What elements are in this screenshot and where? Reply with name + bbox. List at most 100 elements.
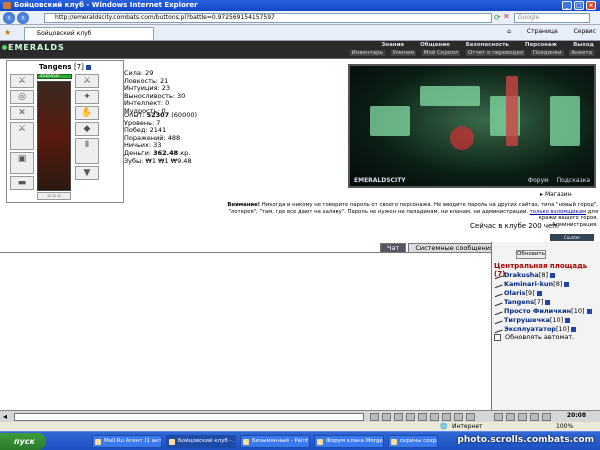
warning-link[interactable]: только взломщикам <box>530 209 586 215</box>
favorites-star-icon[interactable]: ★ <box>4 28 11 37</box>
building-left[interactable] <box>370 106 410 136</box>
helmet-slot-icon[interactable]: ⚔ <box>10 74 34 88</box>
taskbar-item-paint[interactable]: Безымянный - Paint <box>240 435 310 448</box>
info-icon[interactable] <box>86 64 92 70</box>
submenu-profile[interactable]: Анкета <box>569 50 594 56</box>
menu-knowledge[interactable]: Знание <box>381 42 404 48</box>
player-row[interactable]: Тигрушечка[10] <box>493 316 571 324</box>
pants-slot-icon[interactable]: Ⅱ <box>75 138 99 164</box>
player-row[interactable]: Просто Филичкин[10] <box>493 307 592 315</box>
tab-system-messages[interactable]: Системные сообщения <box>408 243 501 252</box>
channel-icon[interactable] <box>442 413 451 421</box>
filter-icon[interactable] <box>406 413 415 421</box>
player-row[interactable]: Tangens[7] <box>493 298 551 306</box>
menu-arrow-icon[interactable]: ◂ <box>3 412 7 421</box>
auto-refresh-option[interactable]: Обновлять автомат. <box>494 333 574 341</box>
submenu-inventory[interactable]: Инвентарь <box>349 50 385 56</box>
counter-badge[interactable]: Counter <box>550 234 594 241</box>
sword-slot-icon[interactable]: ⚔ <box>10 122 34 150</box>
scroll-icon[interactable] <box>430 413 439 421</box>
info-icon[interactable] <box>565 317 571 323</box>
player-row[interactable]: Olaris[9] <box>493 289 542 297</box>
clear-icon[interactable] <box>394 413 403 421</box>
city-scene[interactable]: EMERALDSCITY Форум Подсказка <box>348 64 596 188</box>
player-name[interactable]: Просто Филичкин <box>504 307 571 315</box>
armor-slot-icon[interactable]: ▣ <box>10 152 34 174</box>
start-button[interactable]: пуск <box>0 433 46 450</box>
scene-link-forum[interactable]: Форум <box>528 177 549 184</box>
character-name-line[interactable]: Tangens [7] <box>39 63 92 71</box>
taskbar-item-mailru[interactable]: Mail.Ru Агент (1 акт... <box>92 435 162 448</box>
refresh-icon[interactable]: ⟳ <box>494 13 501 22</box>
player-name[interactable]: Tangens <box>504 298 534 306</box>
scene-link-help[interactable]: Подсказка <box>557 177 590 184</box>
amulet-slot-icon[interactable]: ◎ <box>10 90 34 104</box>
player-row[interactable]: Kaminari-kun[8] <box>493 280 570 288</box>
info-icon[interactable] <box>536 290 542 296</box>
building-far-right[interactable] <box>550 96 580 146</box>
minimize-button[interactable]: _ <box>562 1 572 10</box>
quick-action-icon[interactable] <box>530 413 539 421</box>
taskbar-item-screenshots[interactable]: скрины сохраненные <box>388 435 438 448</box>
home-icon[interactable]: ⌂ <box>507 28 511 35</box>
quick-action-icon[interactable] <box>494 413 503 421</box>
player-row[interactable]: Drakusha[8] <box>493 271 556 279</box>
search-input[interactable]: Google <box>514 13 590 23</box>
earring-slot-icon[interactable]: ✦ <box>75 90 99 104</box>
maximize-button[interactable]: □ <box>574 1 584 10</box>
forward-icon[interactable]: › <box>17 12 29 24</box>
toolbar-item-tools[interactable]: Сервис <box>574 28 596 35</box>
settings-icon[interactable] <box>466 413 475 421</box>
smile-icon[interactable] <box>382 413 391 421</box>
weapon-slot-icon[interactable]: ✕ <box>10 106 34 120</box>
player-row[interactable]: Эксплуататор[10] <box>493 325 577 333</box>
quick-action-icon[interactable] <box>518 413 527 421</box>
quick-action-icon[interactable] <box>542 413 551 421</box>
info-icon[interactable] <box>550 272 556 278</box>
shop-link[interactable]: ▸ Магазин <box>540 191 572 198</box>
player-name[interactable]: Drakusha <box>504 271 539 279</box>
submenu-transfers[interactable]: Отчет о переводах <box>465 50 526 56</box>
menu-exit[interactable]: Выход <box>573 42 594 48</box>
ring-slots-icon[interactable]: ▫ ▫ ▫ <box>37 192 71 200</box>
url-field[interactable]: http://emeraldscity.combats.com/buttons.… <box>44 13 492 23</box>
send-icon[interactable] <box>370 413 379 421</box>
auto-refresh-checkbox[interactable] <box>494 333 501 341</box>
info-icon[interactable] <box>564 281 570 287</box>
belt-slot-icon[interactable]: ▬ <box>10 176 34 190</box>
tree-object[interactable] <box>450 126 474 150</box>
browser-tab[interactable]: Бойцовский клуб <box>24 27 154 40</box>
submenu-battles[interactable]: Поединки <box>530 50 564 56</box>
quick-action-icon[interactable] <box>506 413 515 421</box>
menu-character[interactable]: Персонаж <box>525 42 557 48</box>
info-icon[interactable] <box>545 299 551 305</box>
menu-security[interactable]: Безопасность <box>466 42 509 48</box>
stop-icon[interactable]: ✕ <box>503 12 510 21</box>
character-doll[interactable] <box>37 81 71 191</box>
shield-slot-icon[interactable]: ◆ <box>75 122 99 136</box>
player-name[interactable]: Olaris <box>504 289 525 297</box>
boots-slot-icon[interactable]: ▼ <box>75 166 99 180</box>
refresh-button[interactable]: Обновить <box>516 250 546 259</box>
sound-icon[interactable] <box>454 413 463 421</box>
submenu-skills[interactable]: Умения <box>390 50 416 56</box>
gloves-slot-icon[interactable]: ✋ <box>75 106 99 120</box>
taskbar-item-forum[interactable]: Форум клана Morgen... <box>314 435 384 448</box>
menu-communication[interactable]: Общение <box>420 42 450 48</box>
chat-area[interactable] <box>0 252 491 410</box>
player-name[interactable]: Kaminari-kun <box>504 280 553 288</box>
tower-object[interactable] <box>506 76 518 146</box>
tab-chat[interactable]: Чат <box>380 243 407 252</box>
ring-slot-icon[interactable]: ⚔ <box>75 74 99 88</box>
close-button[interactable]: × <box>586 1 596 10</box>
building-center[interactable] <box>420 86 480 106</box>
info-icon[interactable] <box>571 326 577 332</box>
back-icon[interactable]: ‹ <box>3 12 15 24</box>
player-name[interactable]: Тигрушечка <box>504 316 550 324</box>
translit-icon[interactable] <box>418 413 427 421</box>
toolbar-item-page[interactable]: Страница <box>527 28 558 35</box>
taskbar-item-combats[interactable]: Бойцовский клуб - ... <box>166 435 236 448</box>
player-name[interactable]: Эксплуататор <box>504 325 556 333</box>
info-icon[interactable] <box>586 308 592 314</box>
chat-input[interactable] <box>14 413 364 421</box>
